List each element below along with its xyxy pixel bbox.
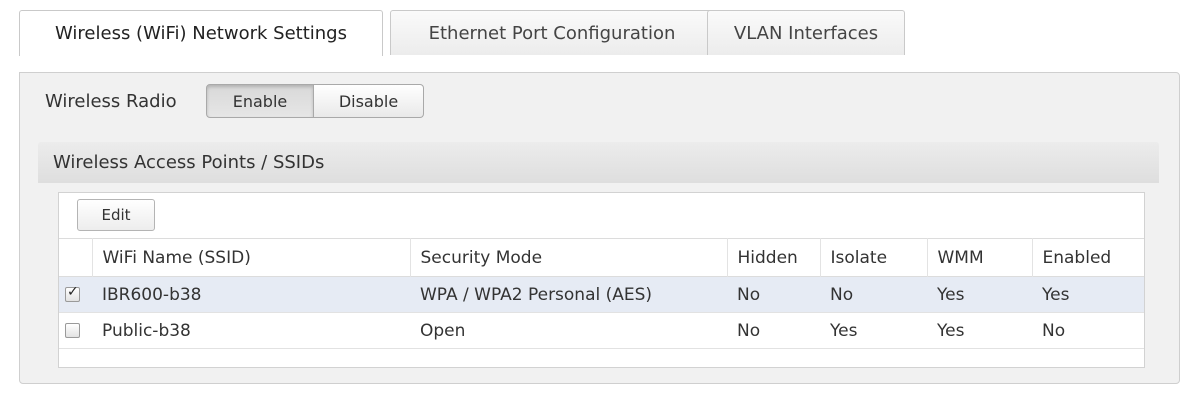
security-mode-cell: WPA / WPA2 Personal (AES) [420,284,653,305]
table-header-row: WiFi Name (SSID) Security Mode Hidden Is… [59,238,1144,277]
column-header-enabled[interactable]: Enabled [1032,239,1144,277]
row-checkbox[interactable] [65,323,80,338]
edit-button[interactable]: Edit [77,199,155,231]
ssid-table: WiFi Name (SSID) Security Mode Hidden Is… [59,238,1144,349]
wmm-cell: Yes [937,320,965,341]
select-column-header [59,238,93,277]
tab-wireless-settings[interactable]: Wireless (WiFi) Network Settings [19,10,383,56]
disable-button[interactable]: Disable [314,84,424,118]
column-header-ssid[interactable]: WiFi Name (SSID) [92,238,411,277]
column-header-security-mode[interactable]: Security Mode [410,238,728,277]
row-select-cell [59,313,92,349]
column-header-hidden[interactable]: Hidden [727,238,821,277]
security-mode-cell: Open [420,320,466,341]
isolate-cell: Yes [830,320,858,341]
tab-bar: Wireless (WiFi) Network Settings Etherne… [19,10,1179,73]
wireless-radio-toggle: Enable Disable [206,84,424,118]
enabled-cell: Yes [1042,284,1070,305]
column-header-wmm[interactable]: WMM [927,238,1033,277]
enabled-cell: No [1042,320,1066,341]
table-row[interactable]: Public-b38 Open No Yes Yes No [59,313,1144,349]
tab-vlan-interfaces[interactable]: VLAN Interfaces [707,10,905,55]
hidden-cell: No [737,284,761,305]
wmm-cell: Yes [937,284,965,305]
table-row[interactable]: IBR600-b38 WPA / WPA2 Personal (AES) No … [59,276,1144,313]
isolate-cell: No [830,284,854,305]
settings-panel: Wireless Radio Enable Disable Wireless A… [19,72,1180,384]
ssid-cell: IBR600-b38 [102,284,202,305]
ssid-grid: Edit WiFi Name (SSID) Security Mode Hidd… [58,192,1145,368]
tab-label: Wireless (WiFi) Network Settings [55,23,347,44]
tab-label: Ethernet Port Configuration [428,22,676,44]
enable-button[interactable]: Enable [206,84,314,118]
wireless-radio-label: Wireless Radio [45,91,177,112]
hidden-cell: No [737,320,761,341]
tab-ethernet-port-configuration[interactable]: Ethernet Port Configuration [390,10,714,55]
ssid-cell: Public-b38 [102,320,191,341]
column-header-isolate[interactable]: Isolate [820,238,928,277]
access-points-section: Wireless Access Points / SSIDs Edit WiFi… [38,142,1159,378]
row-checkbox[interactable] [65,284,80,302]
row-select-cell [59,277,92,313]
section-title: Wireless Access Points / SSIDs [38,142,1159,183]
tab-label: VLAN Interfaces [733,22,879,44]
